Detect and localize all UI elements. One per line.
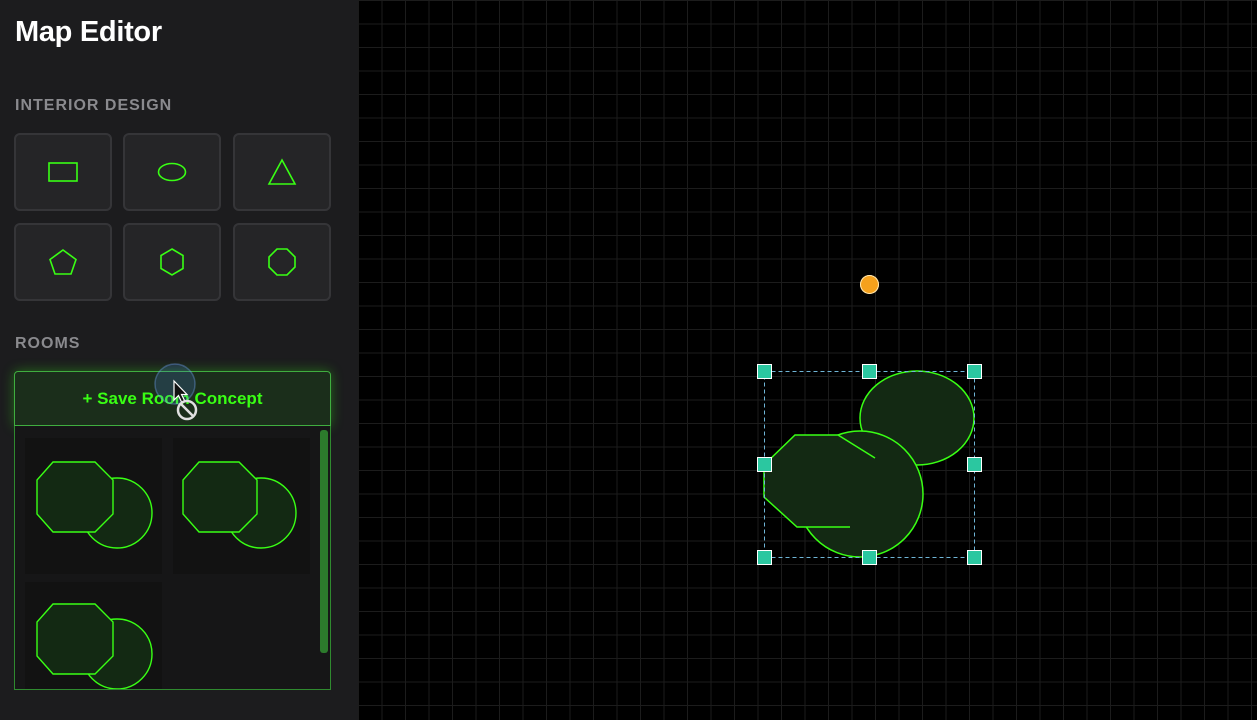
resize-handle-right[interactable] — [967, 457, 982, 472]
resize-handle-bottom[interactable] — [862, 550, 877, 565]
resize-handle-top-left[interactable] — [757, 364, 772, 379]
selected-room-shape[interactable] — [0, 0, 1257, 720]
resize-handle-left[interactable] — [757, 457, 772, 472]
resize-handle-bottom-left[interactable] — [757, 550, 772, 565]
resize-handle-top-right[interactable] — [967, 364, 982, 379]
rotate-handle[interactable] — [860, 275, 879, 294]
resize-handle-bottom-right[interactable] — [967, 550, 982, 565]
resize-handle-top[interactable] — [862, 364, 877, 379]
